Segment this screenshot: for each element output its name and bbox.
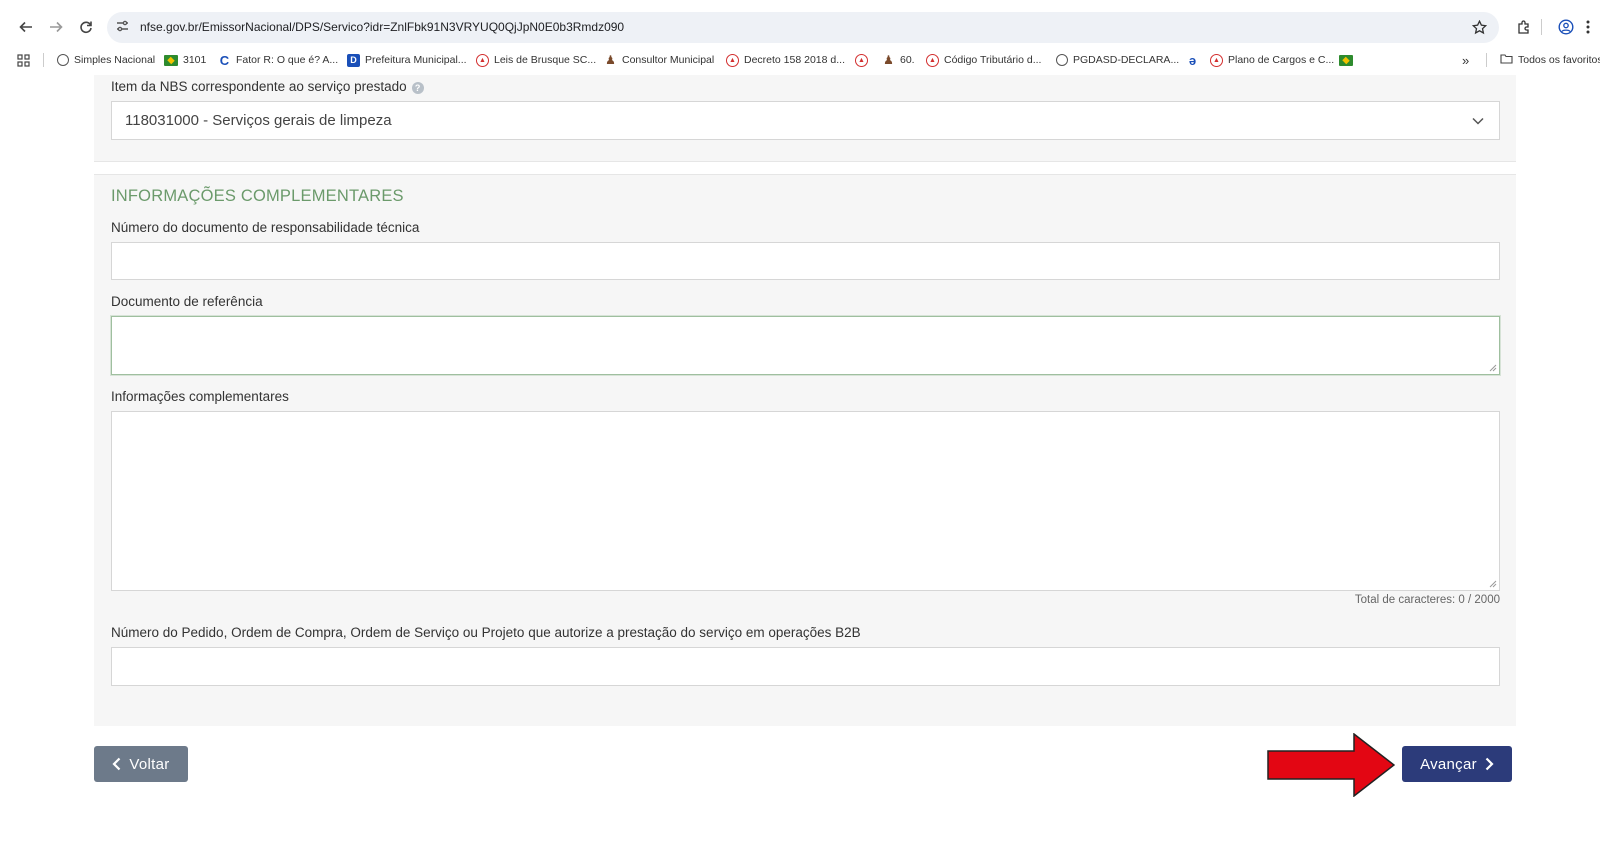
bookmark-item[interactable]: 3101 [164, 52, 206, 68]
bookmark-item[interactable]: Simples Nacional [57, 52, 155, 68]
red-circle-icon: ▲ [476, 53, 489, 67]
red-circle-icon: ▲ [1210, 53, 1223, 67]
bookmark-item[interactable]: ▲ Plano de Cargos e C... [1210, 52, 1334, 68]
bookmark-item[interactable]: PGDASD-DECLARA... [1056, 52, 1179, 68]
red-circle-icon: ▲ [855, 53, 868, 67]
edge-icon: ə [1188, 52, 1197, 68]
order-number-input[interactable] [111, 647, 1500, 686]
bookmark-item[interactable]: ▲ Leis de Brusque SC... [476, 52, 596, 68]
folder-icon [1500, 53, 1513, 67]
all-favorites-folder[interactable]: Todos os favoritos [1500, 52, 1600, 68]
brazil-flag-icon [164, 54, 178, 66]
toolbar-divider [1541, 19, 1542, 35]
order-number-label: Número do Pedido, Ordem de Compra, Ordem… [111, 625, 861, 640]
bookmarks-divider [43, 53, 44, 67]
nbs-select[interactable]: 118031000 - Serviços gerais de limpeza [111, 101, 1500, 140]
bookmarks-divider [1486, 53, 1487, 67]
person-icon: ♟ [883, 53, 894, 67]
back-arrow-icon[interactable] [15, 16, 37, 38]
chevron-left-icon [112, 757, 121, 771]
extra-info-textarea[interactable] [111, 411, 1500, 591]
bookmark-item[interactable]: ▲ Código Tributário d... [926, 52, 1041, 68]
bookmarks-overflow-button[interactable]: » [1462, 52, 1469, 68]
ref-doc-textarea[interactable] [111, 316, 1500, 375]
resize-grip-icon[interactable] [1489, 580, 1497, 588]
brazil-flag-icon [1339, 54, 1353, 66]
red-circle-icon: ▲ [726, 53, 739, 67]
bookmark-item[interactable]: D Prefeitura Municipal... [347, 52, 467, 68]
bookmarks-bar: Simples Nacional 3101 C Fator R: O que é… [0, 46, 1600, 74]
annotation-arrow-icon [1267, 733, 1395, 797]
resize-grip-icon[interactable] [1489, 364, 1497, 372]
chevron-down-icon [1471, 114, 1485, 128]
extensions-icon[interactable] [1513, 17, 1533, 37]
apps-grid-icon[interactable] [17, 52, 30, 68]
bookmark-item[interactable]: ▲ Decreto 158 2018 d... [726, 52, 845, 68]
profile-avatar-icon[interactable] [1556, 17, 1576, 37]
next-button[interactable]: Avançar [1402, 746, 1512, 782]
forward-arrow-icon[interactable] [45, 16, 67, 38]
person-icon: ♟ [605, 53, 616, 67]
bookmark-item[interactable]: ♟ Consultor Municipal [604, 52, 714, 68]
d-logo-icon: D [347, 53, 360, 67]
help-icon[interactable]: ? [411, 82, 424, 94]
section-title: INFORMAÇÕES COMPLEMENTARES [111, 187, 404, 205]
ref-doc-label: Documento de referência [111, 294, 263, 309]
extra-info-label: Informações complementares [111, 389, 289, 404]
bookmark-item[interactable]: ♟ 60. [882, 52, 915, 68]
chevron-right-icon [1485, 757, 1494, 771]
globe-icon [57, 54, 69, 66]
nbs-label: Item da NBS correspondente ao serviço pr… [111, 79, 424, 94]
globe-icon [1056, 54, 1068, 66]
tech-doc-input[interactable] [111, 242, 1500, 280]
character-counter: Total de caracteres: 0 / 2000 [1354, 594, 1500, 606]
nbs-select-value: 118031000 - Serviços gerais de limpeza [125, 112, 392, 129]
bookmark-item[interactable]: ə [1186, 52, 1199, 68]
browser-toolbar: nfse.gov.br/EmissorNacional/DPS/Servico?… [0, 0, 1600, 45]
bookmark-item[interactable] [1339, 52, 1353, 68]
red-circle-icon: ▲ [926, 53, 939, 67]
reload-icon[interactable] [75, 16, 97, 38]
c-logo-icon: C [219, 52, 230, 68]
tech-doc-label: Número do documento de responsabilidade … [111, 220, 420, 235]
more-menu-icon[interactable] [1582, 17, 1594, 37]
back-button[interactable]: Voltar [94, 746, 188, 782]
bookmark-star-icon[interactable] [1469, 17, 1489, 37]
bookmark-item[interactable]: C Fator R: O que é? A... [218, 52, 338, 68]
site-settings-icon[interactable] [115, 19, 129, 33]
url-text[interactable]: nfse.gov.br/EmissorNacional/DPS/Servico?… [140, 20, 624, 34]
bookmark-item[interactable]: ▲ [855, 52, 868, 68]
